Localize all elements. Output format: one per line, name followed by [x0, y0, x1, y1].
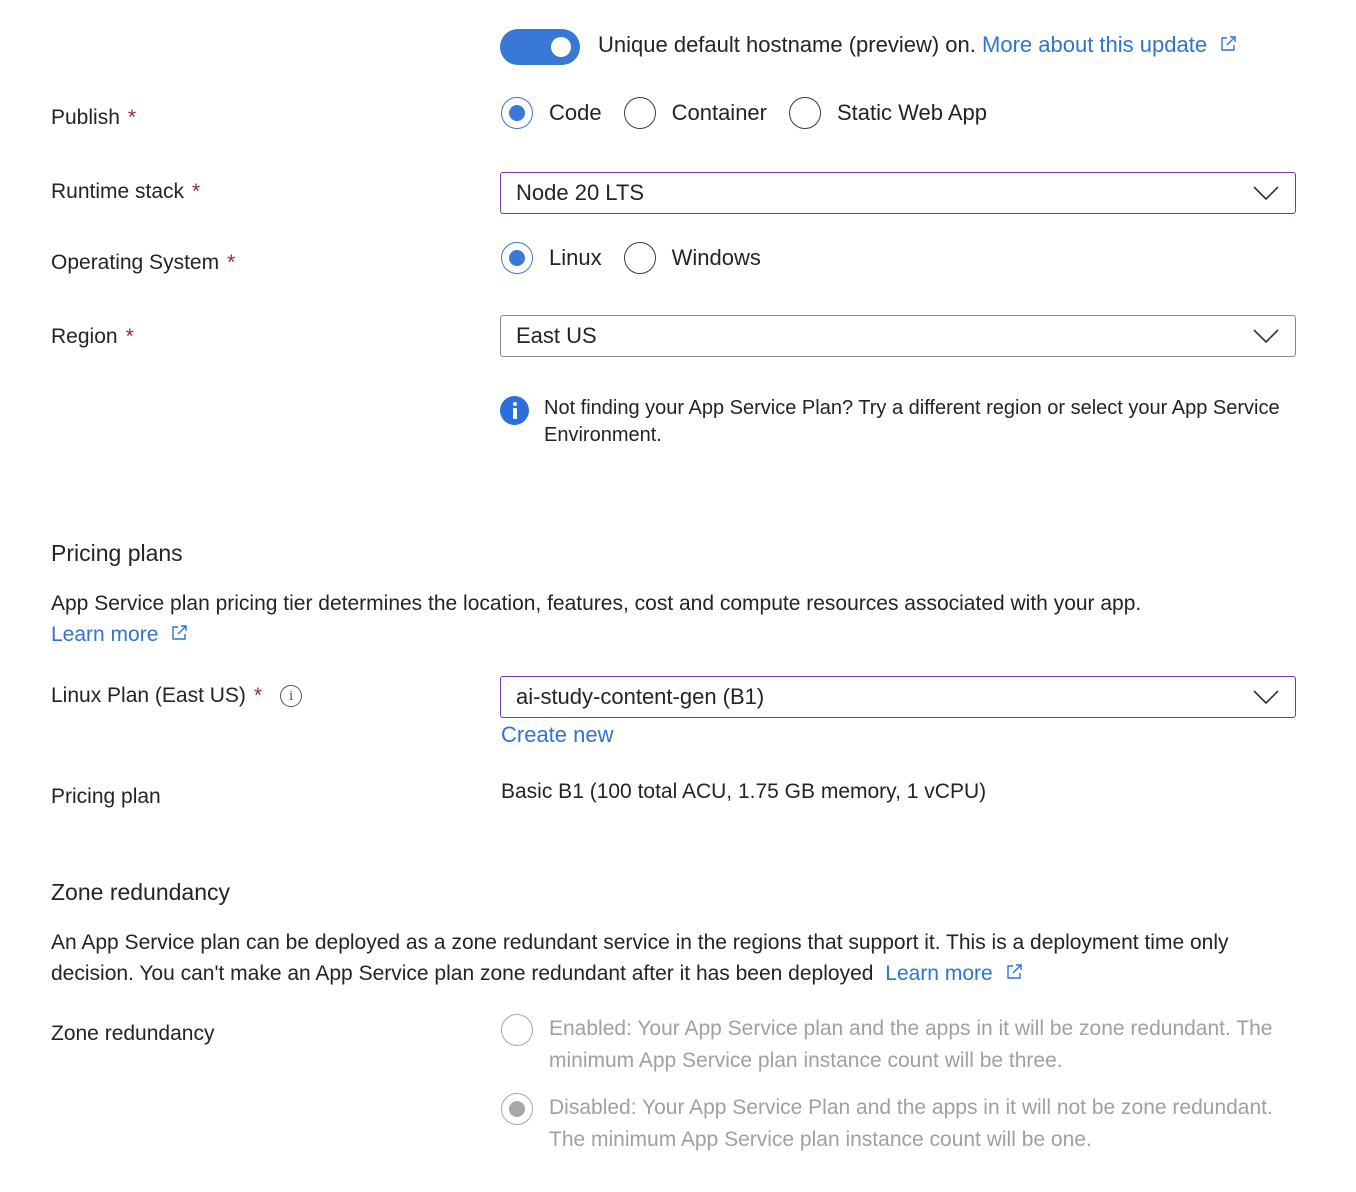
radio-label: Disabled: Your App Service Plan and the …	[549, 1096, 1273, 1151]
zone-learn-more-link[interactable]: Learn more	[885, 962, 1022, 985]
chevron-down-icon	[1253, 186, 1279, 200]
more-about-update-label: More about this update	[982, 32, 1208, 57]
pricing-learn-more-link[interactable]: Learn more	[51, 623, 188, 646]
learn-more-label: Learn more	[51, 623, 159, 646]
radio-label: Static Web App	[836, 100, 987, 125]
operating-system-label: Operating System *	[51, 251, 235, 275]
os-option-windows[interactable]: Windows	[623, 242, 761, 274]
radio-circle[interactable]	[501, 1014, 533, 1046]
pricing-plans-heading: Pricing plans	[51, 540, 183, 566]
more-about-update-link[interactable]: More about this update	[982, 32, 1237, 57]
publish-option-static-web-app[interactable]: Static Web App	[788, 97, 987, 129]
publish-label: Publish *	[51, 106, 136, 130]
radio-label: Linux	[549, 245, 602, 270]
radio-circle[interactable]	[501, 97, 533, 129]
os-radio-group: Linux Windows	[501, 242, 783, 274]
learn-more-label: Learn more	[885, 962, 993, 985]
linux-plan-label-text: Linux Plan (East US)	[51, 684, 246, 707]
zone-redundancy-label: Zone redundancy	[51, 1022, 214, 1046]
region-info-text: Not finding your App Service Plan? Try a…	[544, 397, 1280, 446]
os-option-linux[interactable]: Linux	[501, 242, 602, 274]
region-dropdown[interactable]: East US	[500, 315, 1296, 357]
radio-circle[interactable]	[623, 242, 656, 274]
pricing-plans-description: App Service plan pricing tier determines…	[51, 588, 1281, 650]
zone-redundancy-label-text: Zone redundancy	[51, 1022, 215, 1045]
hostname-text: Unique default hostname (preview) on.	[598, 32, 976, 57]
publish-option-code[interactable]: Code	[501, 97, 602, 129]
pricing-description-text: App Service plan pricing tier determines…	[51, 592, 1142, 615]
linux-plan-label: Linux Plan (East US) * i	[51, 684, 303, 708]
required-asterisk: *	[253, 684, 263, 707]
required-asterisk: *	[192, 180, 201, 203]
zone-redundancy-heading: Zone redundancy	[51, 879, 231, 905]
chevron-down-icon	[1253, 329, 1279, 343]
required-asterisk: *	[227, 251, 236, 274]
pricing-plan-label: Pricing plan	[51, 785, 161, 809]
region-label: Region *	[51, 325, 134, 349]
radio-label: Code	[549, 100, 602, 125]
zone-option-disabled[interactable]: Disabled: Your App Service Plan and the …	[501, 1093, 1301, 1156]
operating-system-label-text: Operating System	[51, 251, 220, 274]
publish-label-text: Publish	[51, 106, 120, 129]
radio-circle[interactable]	[788, 97, 821, 129]
linux-plan-dropdown[interactable]: ai-study-content-gen (B1)	[500, 676, 1296, 718]
publish-option-container[interactable]: Container	[623, 97, 767, 129]
external-link-icon	[1221, 36, 1236, 51]
external-link-icon	[172, 625, 187, 640]
chevron-down-icon	[1253, 690, 1279, 704]
required-asterisk: *	[127, 106, 137, 129]
info-icon	[500, 396, 529, 425]
region-label-text: Region	[51, 325, 118, 348]
hostname-row: Unique default hostname (preview) on. Mo…	[598, 32, 1237, 58]
radio-circle[interactable]	[623, 97, 656, 129]
radio-label: Windows	[671, 245, 761, 270]
publish-radio-group: Code Container Static Web App	[501, 97, 1009, 129]
region-info-message: Not finding your App Service Plan? Try a…	[500, 395, 1290, 449]
radio-circle[interactable]	[501, 242, 533, 274]
zone-description-text: An App Service plan can be deployed as a…	[51, 931, 1229, 985]
toggle-knob	[551, 37, 571, 57]
create-new-plan-link[interactable]: Create new	[501, 722, 614, 748]
runtime-stack-dropdown[interactable]: Node 20 LTS	[500, 172, 1296, 214]
radio-label: Enabled: Your App Service plan and the a…	[549, 1017, 1273, 1072]
info-tooltip-icon[interactable]: i	[280, 685, 303, 707]
runtime-stack-label-text: Runtime stack	[51, 180, 185, 203]
linux-plan-value: ai-study-content-gen (B1)	[516, 684, 765, 709]
zone-option-enabled[interactable]: Enabled: Your App Service plan and the a…	[501, 1014, 1301, 1077]
pricing-plan-value: Basic B1 (100 total ACU, 1.75 GB memory,…	[501, 780, 987, 803]
radio-label: Container	[671, 100, 767, 125]
runtime-stack-label: Runtime stack *	[51, 180, 200, 204]
region-value: East US	[516, 323, 597, 348]
required-asterisk: *	[125, 325, 134, 348]
external-link-icon	[1006, 964, 1022, 979]
radio-circle[interactable]	[501, 1093, 533, 1125]
unique-hostname-toggle[interactable]	[500, 29, 580, 65]
runtime-stack-value: Node 20 LTS	[516, 180, 645, 205]
pricing-plan-label-text: Pricing plan	[51, 785, 161, 808]
zone-redundancy-description: An App Service plan can be deployed as a…	[51, 927, 1281, 989]
create-web-app-form: Unique default hostname (preview) on. Mo…	[0, 0, 1356, 1192]
